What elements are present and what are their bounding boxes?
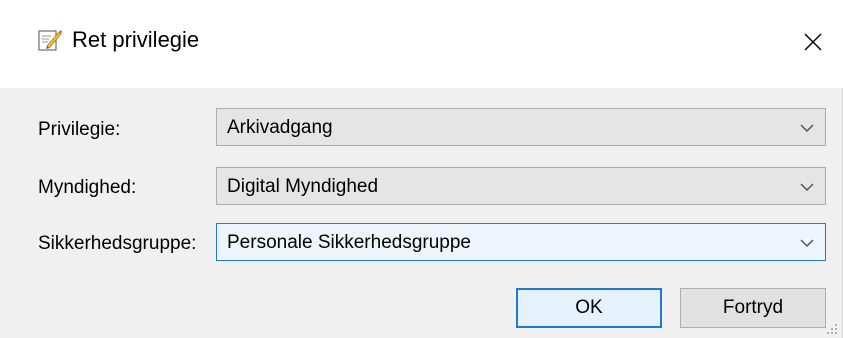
resize-grip-icon[interactable] bbox=[826, 322, 838, 334]
privilegie-label: Privilegie: bbox=[38, 119, 121, 140]
ok-button[interactable]: OK bbox=[516, 288, 662, 328]
chevron-down-icon bbox=[799, 180, 815, 192]
privilegie-value: Arkivadgang bbox=[227, 117, 333, 138]
sikkerhedsgruppe-value: Personale Sikkerhedsgruppe bbox=[227, 232, 471, 253]
close-button[interactable] bbox=[783, 0, 843, 88]
chevron-down-icon bbox=[799, 236, 815, 248]
myndighed-value: Digital Myndighed bbox=[227, 176, 379, 197]
myndighed-dropdown[interactable]: Digital Myndighed bbox=[216, 167, 826, 205]
cancel-button[interactable]: Fortryd bbox=[680, 288, 826, 328]
dialog-title: Ret privilegie bbox=[72, 27, 200, 52]
dialog-body: Privilegie: Arkivadgang Myndighed: Digit… bbox=[0, 88, 843, 338]
sikkerhedsgruppe-dropdown[interactable]: Personale Sikkerhedsgruppe bbox=[216, 223, 826, 261]
sikkerhedsgruppe-label: Sikkerhedsgruppe: bbox=[38, 233, 197, 254]
close-icon bbox=[803, 32, 823, 57]
chevron-down-icon bbox=[799, 121, 815, 133]
privilegie-dropdown[interactable]: Arkivadgang bbox=[216, 108, 826, 146]
myndighed-label: Myndighed: bbox=[38, 177, 137, 198]
edit-document-icon bbox=[38, 28, 62, 52]
title-bar[interactable]: Ret privilegie bbox=[0, 0, 843, 88]
